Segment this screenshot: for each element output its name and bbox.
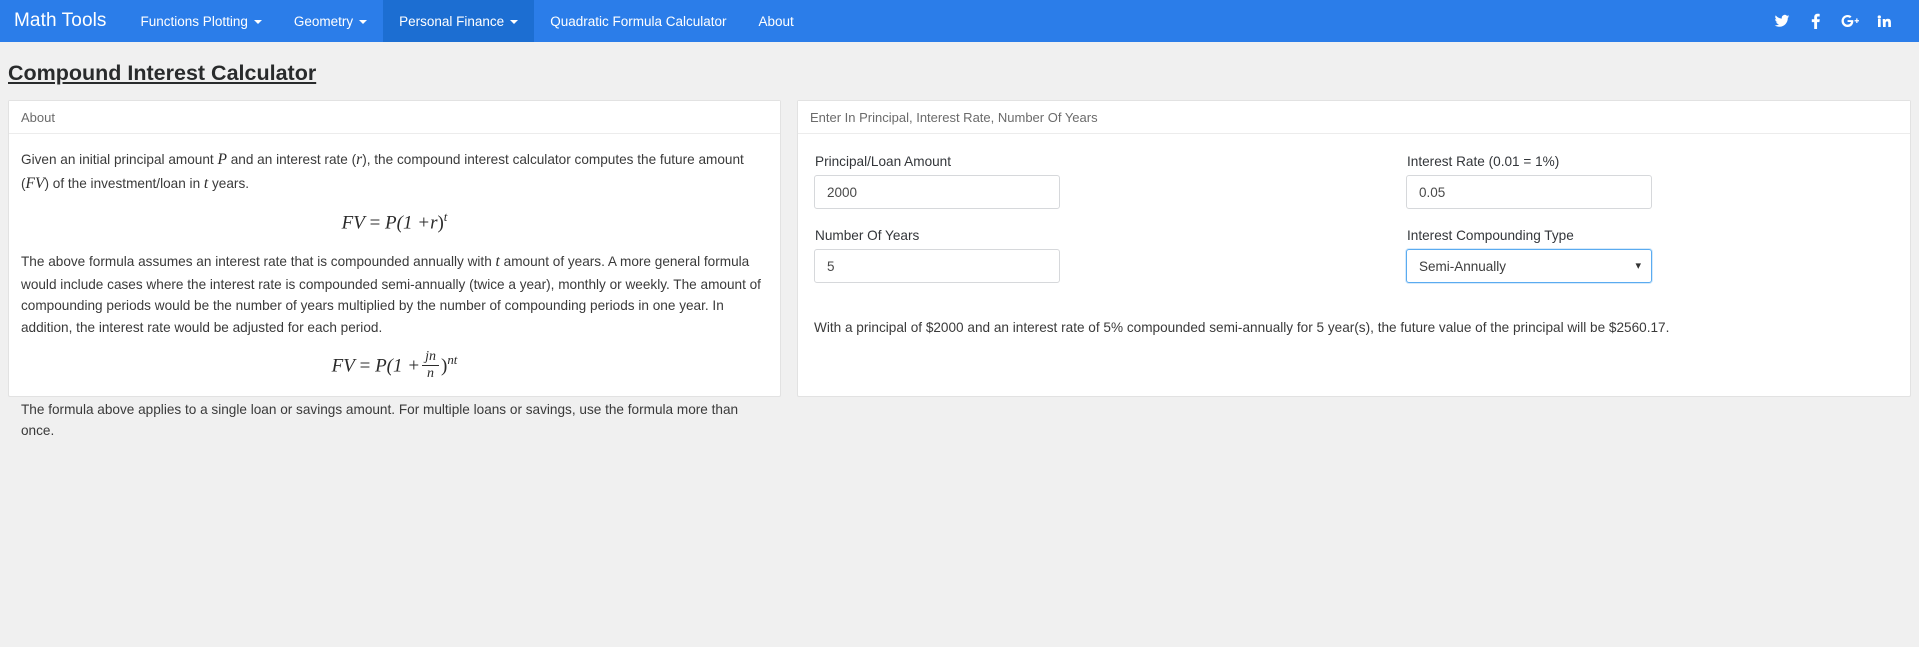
nav-item-functions-plotting[interactable]: Functions Plotting <box>125 0 278 42</box>
formula2-numerator: jn <box>422 349 439 367</box>
calculator-panel: Enter In Principal, Interest Rate, Numbe… <box>797 100 1911 397</box>
nav-item-geometry[interactable]: Geometry <box>278 0 383 42</box>
chevron-down-icon <box>359 20 368 24</box>
nav-item-label: About <box>758 13 794 29</box>
formula2-fraction: jn n <box>422 349 439 382</box>
nav-item-about[interactable]: About <box>743 0 810 42</box>
field-principal: Principal/Loan Amount <box>814 148 1302 209</box>
about-panel-body: Given an initial principal amount P and … <box>9 134 780 463</box>
google-plus-icon[interactable] <box>1833 0 1867 42</box>
calculator-form: Principal/Loan Amount Interest Rate (0.0… <box>810 144 1898 296</box>
linkedin-icon[interactable] <box>1867 0 1901 42</box>
page-title: Compound Interest Calculator <box>8 61 317 85</box>
principal-input[interactable] <box>814 175 1060 209</box>
about-p1-text-e: years. <box>208 176 250 192</box>
interest-rate-label: Interest Rate (0.01 = 1%) <box>1407 154 1560 169</box>
compounding-type-label: Interest Compounding Type <box>1407 228 1574 243</box>
about-paragraph-1: Given an initial principal amount P and … <box>21 148 768 196</box>
nav-item-label: Personal Finance <box>399 13 505 29</box>
twitter-icon[interactable] <box>1765 0 1799 42</box>
principal-label: Principal/Loan Amount <box>815 154 952 169</box>
field-compounding-type: Interest Compounding Type Semi-Annually … <box>1406 222 1894 283</box>
chevron-down-icon <box>253 20 262 24</box>
nav-item-label: Geometry <box>293 13 354 29</box>
nav-item-personal-finance[interactable]: Personal Finance <box>383 0 535 42</box>
compounding-type-select[interactable]: Semi-Annually <box>1406 249 1652 283</box>
formula1-lhs: FV <box>341 212 365 234</box>
formula2-equals: = <box>359 355 371 377</box>
brand-logo[interactable]: Math Tools <box>0 0 125 42</box>
formula1-rhs-open: P(1 + <box>385 212 431 234</box>
chevron-down-icon <box>510 20 519 24</box>
nav-item-label: Quadratic Formula Calculator <box>550 13 727 29</box>
about-p1-text-d: ) of the investment/loan in <box>44 176 204 192</box>
about-p1-text-a: Given an initial principal amount <box>21 152 218 167</box>
number-of-years-label: Number Of Years <box>815 228 920 243</box>
field-interest-rate: Interest Rate (0.01 = 1%) <box>1406 148 1894 209</box>
nav-item-label: Functions Plotting <box>140 13 248 29</box>
formula2-denominator: n <box>427 366 435 382</box>
about-panel-header: About <box>9 101 780 134</box>
formula-compound-annual: FV = P(1 +r)t <box>21 209 768 234</box>
number-of-years-input[interactable] <box>814 249 1060 283</box>
interest-rate-input[interactable] <box>1406 175 1652 209</box>
nav-item-quadratic-formula-calculator[interactable]: Quadratic Formula Calculator <box>534 0 742 42</box>
page-title-wrap: Compound Interest Calculator <box>0 42 1919 100</box>
social-links <box>1765 0 1919 42</box>
formula-compound-general: FV = P(1 + jn n)nt <box>21 349 768 383</box>
about-paragraph-2: The above formula assumes an interest ra… <box>21 250 768 337</box>
field-number-of-years: Number Of Years <box>814 222 1302 283</box>
about-p2-text-a: The above formula assumes an interest ra… <box>21 254 496 270</box>
facebook-icon[interactable] <box>1799 0 1833 42</box>
navbar: Math Tools Functions Plotting Geometry P… <box>0 0 1919 42</box>
formula2-rhs-open: P(1 + <box>375 355 421 377</box>
calculator-panel-header: Enter In Principal, Interest Rate, Numbe… <box>798 101 1910 134</box>
formula2-exponent: nt <box>447 351 458 367</box>
about-p1-text-b: and an interest rate ( <box>226 152 357 167</box>
formula1-exponent: t <box>443 209 448 225</box>
about-paragraph-3: The formula above applies to a single lo… <box>21 401 739 438</box>
calculator-panel-body: Principal/Loan Amount Interest Rate (0.0… <box>798 134 1910 350</box>
formula2-lhs: FV <box>331 355 355 377</box>
main-container: About Given an initial principal amount … <box>0 100 1919 438</box>
result-text: With a principal of $2000 and an interes… <box>814 320 1670 335</box>
formula1-equals: = <box>369 212 381 234</box>
math-var-FV: FV <box>25 175 45 193</box>
about-panel: About Given an initial principal amount … <box>8 100 781 438</box>
nav-items: Functions Plotting Geometry Personal Fin… <box>125 0 1765 42</box>
math-var-P: P <box>217 151 227 168</box>
compounding-type-select-wrap: Semi-Annually ▾ <box>1406 249 1652 283</box>
